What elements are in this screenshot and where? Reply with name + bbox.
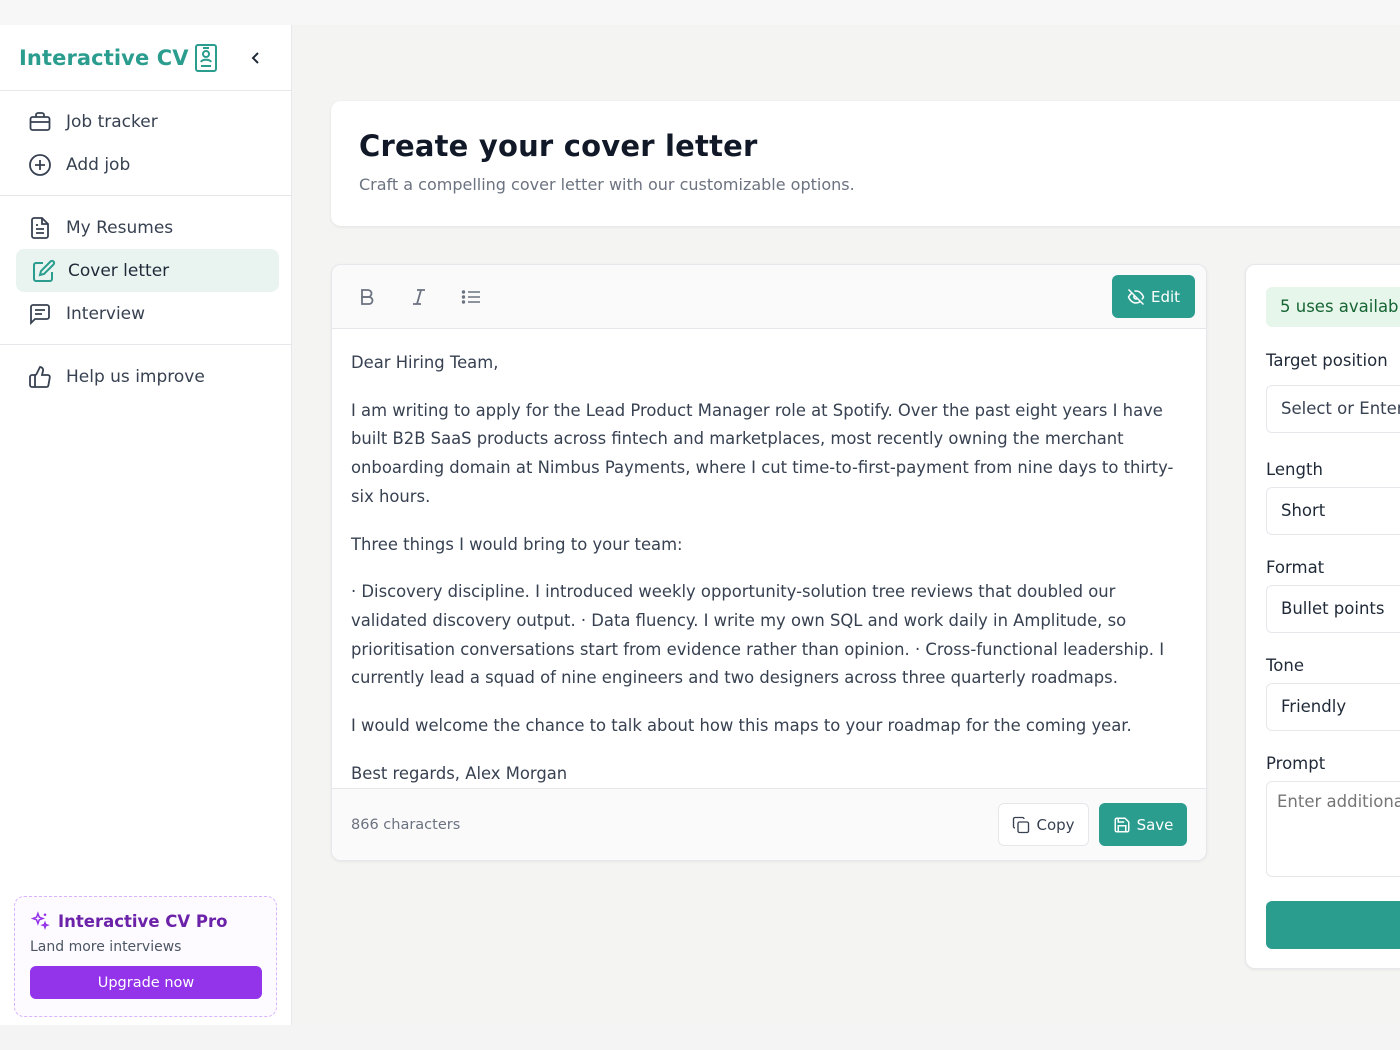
sidebar-item-label: Interview bbox=[66, 303, 146, 324]
copy-button-label: Copy bbox=[1036, 815, 1075, 834]
thumbs-up-icon bbox=[28, 365, 52, 389]
format-label: Format bbox=[1266, 558, 1325, 577]
id-badge-icon bbox=[195, 44, 217, 72]
character-count: 866 characters bbox=[351, 816, 461, 833]
eye-off-icon bbox=[1127, 288, 1145, 305]
generate-button[interactable] bbox=[1266, 901, 1400, 949]
briefcase-icon bbox=[28, 110, 52, 134]
cover-letter-editor: Edit Dear Hiring Team, I am writing to a… bbox=[331, 264, 1207, 861]
letter-paragraph: Dear Hiring Team, bbox=[351, 353, 499, 372]
prompt-label: Prompt bbox=[1266, 754, 1326, 773]
page-header-card: Create your cover letter Craft a compell… bbox=[331, 101, 1400, 226]
brand: Interactive CV bbox=[0, 25, 291, 91]
promo-subtitle: Land more interviews bbox=[30, 939, 182, 955]
collapse-sidebar-button[interactable] bbox=[245, 47, 267, 69]
sidebar-item-label: Job tracker bbox=[66, 111, 158, 132]
save-icon bbox=[1114, 817, 1130, 832]
sidebar-item-interview[interactable]: Interview bbox=[12, 292, 279, 335]
upgrade-now-button[interactable]: Upgrade now bbox=[30, 966, 262, 999]
letter-paragraph: · Discovery discipline. I introduced wee… bbox=[351, 582, 1165, 688]
edit-button-label: Edit bbox=[1150, 287, 1181, 306]
copy-icon bbox=[1013, 816, 1030, 833]
sidebar-item-job-tracker[interactable]: Job tracker bbox=[12, 100, 279, 143]
sidebar-item-label: My Resumes bbox=[66, 217, 174, 238]
save-button[interactable]: Save bbox=[1099, 803, 1187, 846]
chat-icon bbox=[28, 302, 52, 326]
sidebar-item-label: Help us improve bbox=[66, 366, 205, 387]
sidebar-item-add-job[interactable]: Add job bbox=[12, 143, 279, 186]
editor-footer: 866 characters Copy Save bbox=[332, 788, 1206, 860]
pro-upgrade-card: Interactive CV Pro Land more interviews … bbox=[14, 896, 277, 1017]
target-position-label: Target position bbox=[1266, 351, 1388, 370]
sidebar-item-cover-letter[interactable]: Cover letter bbox=[16, 249, 279, 292]
prompt-textarea[interactable] bbox=[1266, 781, 1400, 877]
options-panel: 5 uses availabl Target position Select o… bbox=[1245, 264, 1400, 969]
length-select[interactable]: Short bbox=[1266, 487, 1400, 535]
list-icon bbox=[461, 289, 480, 304]
italic-button[interactable] bbox=[406, 284, 432, 310]
edit-icon bbox=[32, 259, 56, 283]
app-title: Interactive CV bbox=[19, 45, 189, 70]
nav-group-jobs: Job tracker Add job bbox=[0, 91, 291, 196]
sidebar-item-help-us-improve[interactable]: Help us improve bbox=[12, 355, 279, 398]
tone-label: Tone bbox=[1266, 656, 1304, 675]
uses-available-badge: 5 uses availabl bbox=[1266, 287, 1400, 327]
letter-paragraph: Best regards, Alex Morgan bbox=[351, 763, 568, 783]
sidebar-item-my-resumes[interactable]: My Resumes bbox=[12, 206, 279, 249]
bullet-list-button[interactable] bbox=[458, 284, 484, 310]
bold-icon bbox=[361, 288, 374, 305]
sidebar: Interactive CV Job tracker Add job My Re… bbox=[0, 25, 292, 1025]
bottom-strip bbox=[0, 1025, 1400, 1050]
save-button-label: Save bbox=[1136, 815, 1174, 834]
promo-title: Interactive CV Pro bbox=[58, 911, 228, 931]
chevron-left-icon bbox=[251, 52, 259, 64]
bold-button[interactable] bbox=[354, 284, 380, 310]
copy-button[interactable]: Copy bbox=[998, 803, 1089, 846]
letter-paragraph: Three things I would bring to your team: bbox=[351, 534, 683, 554]
target-position-select[interactable]: Select or Enter bbox=[1266, 385, 1400, 433]
plus-circle-icon bbox=[28, 153, 52, 177]
length-label: Length bbox=[1266, 460, 1323, 479]
editor-toolbar: Edit bbox=[332, 265, 1206, 329]
letter-paragraph: I am writing to apply for the Lead Produ… bbox=[351, 400, 1174, 506]
tone-select[interactable]: Friendly bbox=[1266, 683, 1400, 731]
letter-body[interactable]: Dear Hiring Team, I am writing to apply … bbox=[332, 329, 1206, 789]
letter-paragraph: I would welcome the chance to talk about… bbox=[351, 716, 1132, 736]
sidebar-item-label: Cover letter bbox=[68, 260, 170, 281]
nav-group-help: Help us improve bbox=[0, 345, 291, 406]
page-subtitle: Craft a compelling cover letter with our… bbox=[359, 175, 855, 194]
promo-header: Interactive CV Pro bbox=[30, 911, 261, 931]
edit-button[interactable]: Edit bbox=[1112, 275, 1195, 318]
document-icon bbox=[28, 216, 52, 240]
nav-group-documents: My Resumes Cover letter Interview bbox=[0, 196, 291, 345]
sparkles-icon bbox=[30, 911, 50, 930]
top-strip bbox=[0, 0, 1400, 25]
format-select[interactable]: Bullet points bbox=[1266, 585, 1400, 633]
italic-icon bbox=[413, 288, 425, 305]
page-title: Create your cover letter bbox=[359, 129, 758, 163]
sidebar-item-label: Add job bbox=[66, 154, 131, 175]
